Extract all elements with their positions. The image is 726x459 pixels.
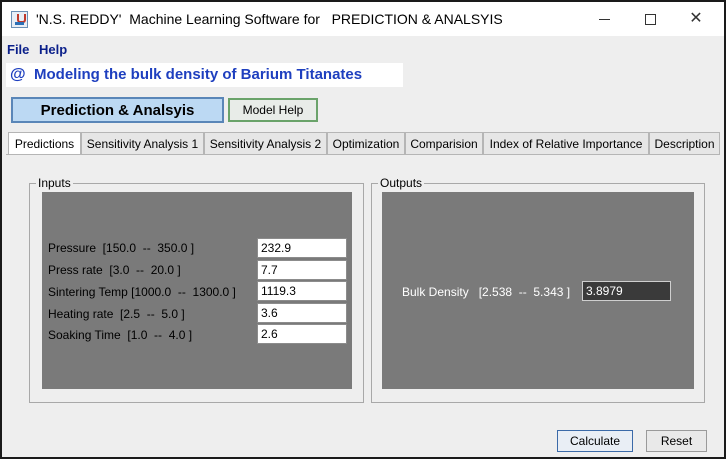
title-bar: 'N.S. REDDY' Machine Learning Software f… xyxy=(2,2,724,36)
inputs-group: Inputs Pressure [150.0 -- 350.0 ] 232.9 … xyxy=(29,176,364,403)
sintering-temp-field[interactable]: 1119.3 xyxy=(257,281,347,301)
tab-predictions[interactable]: Predictions xyxy=(8,132,81,155)
tab-bar: Predictions Sensitivity Analysis 1 Sensi… xyxy=(6,132,724,155)
model-help-button[interactable]: Model Help xyxy=(228,98,318,122)
minimize-button[interactable] xyxy=(581,2,627,36)
tab-divider xyxy=(6,154,720,155)
outputs-group-label: Outputs xyxy=(378,176,425,190)
menu-help[interactable]: Help xyxy=(39,42,67,57)
outputs-group: Outputs Bulk Density [2.538 -- 5.343 ] 3… xyxy=(371,176,705,403)
close-icon: ✕ xyxy=(689,10,703,27)
input-label-heating-rate: Heating rate [2.5 -- 5.0 ] xyxy=(48,307,185,321)
at-icon: @ xyxy=(10,66,26,83)
tab-sensitivity-analysis-1[interactable]: Sensitivity Analysis 1 xyxy=(81,132,204,154)
close-button[interactable]: ✕ xyxy=(673,2,719,36)
maximize-icon xyxy=(644,13,656,25)
input-label-pressure: Pressure [150.0 -- 350.0 ] xyxy=(48,241,195,255)
inputs-panel: Pressure [150.0 -- 350.0 ] 232.9 Press r… xyxy=(42,192,352,389)
heating-rate-field[interactable]: 3.6 xyxy=(257,303,347,323)
page-title: Modeling the bulk density of Barium Tita… xyxy=(34,66,363,83)
maximize-button[interactable] xyxy=(627,2,673,36)
menu-bar: File Help xyxy=(2,38,724,60)
pressure-field[interactable]: 232.9 xyxy=(257,238,347,258)
minimize-icon xyxy=(598,18,610,20)
tab-description[interactable]: Description xyxy=(649,132,720,154)
bulk-density-field[interactable]: 3.8979 xyxy=(582,281,671,301)
inputs-group-label: Inputs xyxy=(36,176,73,190)
outputs-panel: Bulk Density [2.538 -- 5.343 ] 3.8979 xyxy=(382,192,694,389)
reset-button[interactable]: Reset xyxy=(646,430,707,452)
input-label-press-rate: Press rate [3.0 -- 20.0 ] xyxy=(48,263,181,277)
prediction-analysis-button[interactable]: Prediction & Analsyis xyxy=(11,97,224,123)
input-label-soaking-time: Soaking Time [1.0 -- 4.0 ] xyxy=(48,328,193,342)
window-title: 'N.S. REDDY' Machine Learning Software f… xyxy=(36,11,503,27)
java-app-icon xyxy=(11,11,28,28)
input-label-sintering-temp: Sintering Temp [1000.0 -- 1300.0 ] xyxy=(48,285,236,299)
tab-optimization[interactable]: Optimization xyxy=(327,132,405,154)
app-window: 'N.S. REDDY' Machine Learning Software f… xyxy=(0,0,726,459)
press-rate-field[interactable]: 7.7 xyxy=(257,260,347,280)
calculate-button[interactable]: Calculate xyxy=(557,430,633,452)
tab-comparision[interactable]: Comparision xyxy=(405,132,483,154)
tab-sensitivity-analysis-2[interactable]: Sensitivity Analysis 2 xyxy=(204,132,327,154)
output-label-bulk-density: Bulk Density [2.538 -- 5.343 ] xyxy=(402,285,571,299)
soaking-time-field[interactable]: 2.6 xyxy=(257,324,347,344)
menu-file[interactable]: File xyxy=(7,42,29,57)
tab-index-of-relative-importance[interactable]: Index of Relative Importance xyxy=(483,132,649,154)
model-header: @ Modeling the bulk density of Barium Ti… xyxy=(6,63,403,87)
